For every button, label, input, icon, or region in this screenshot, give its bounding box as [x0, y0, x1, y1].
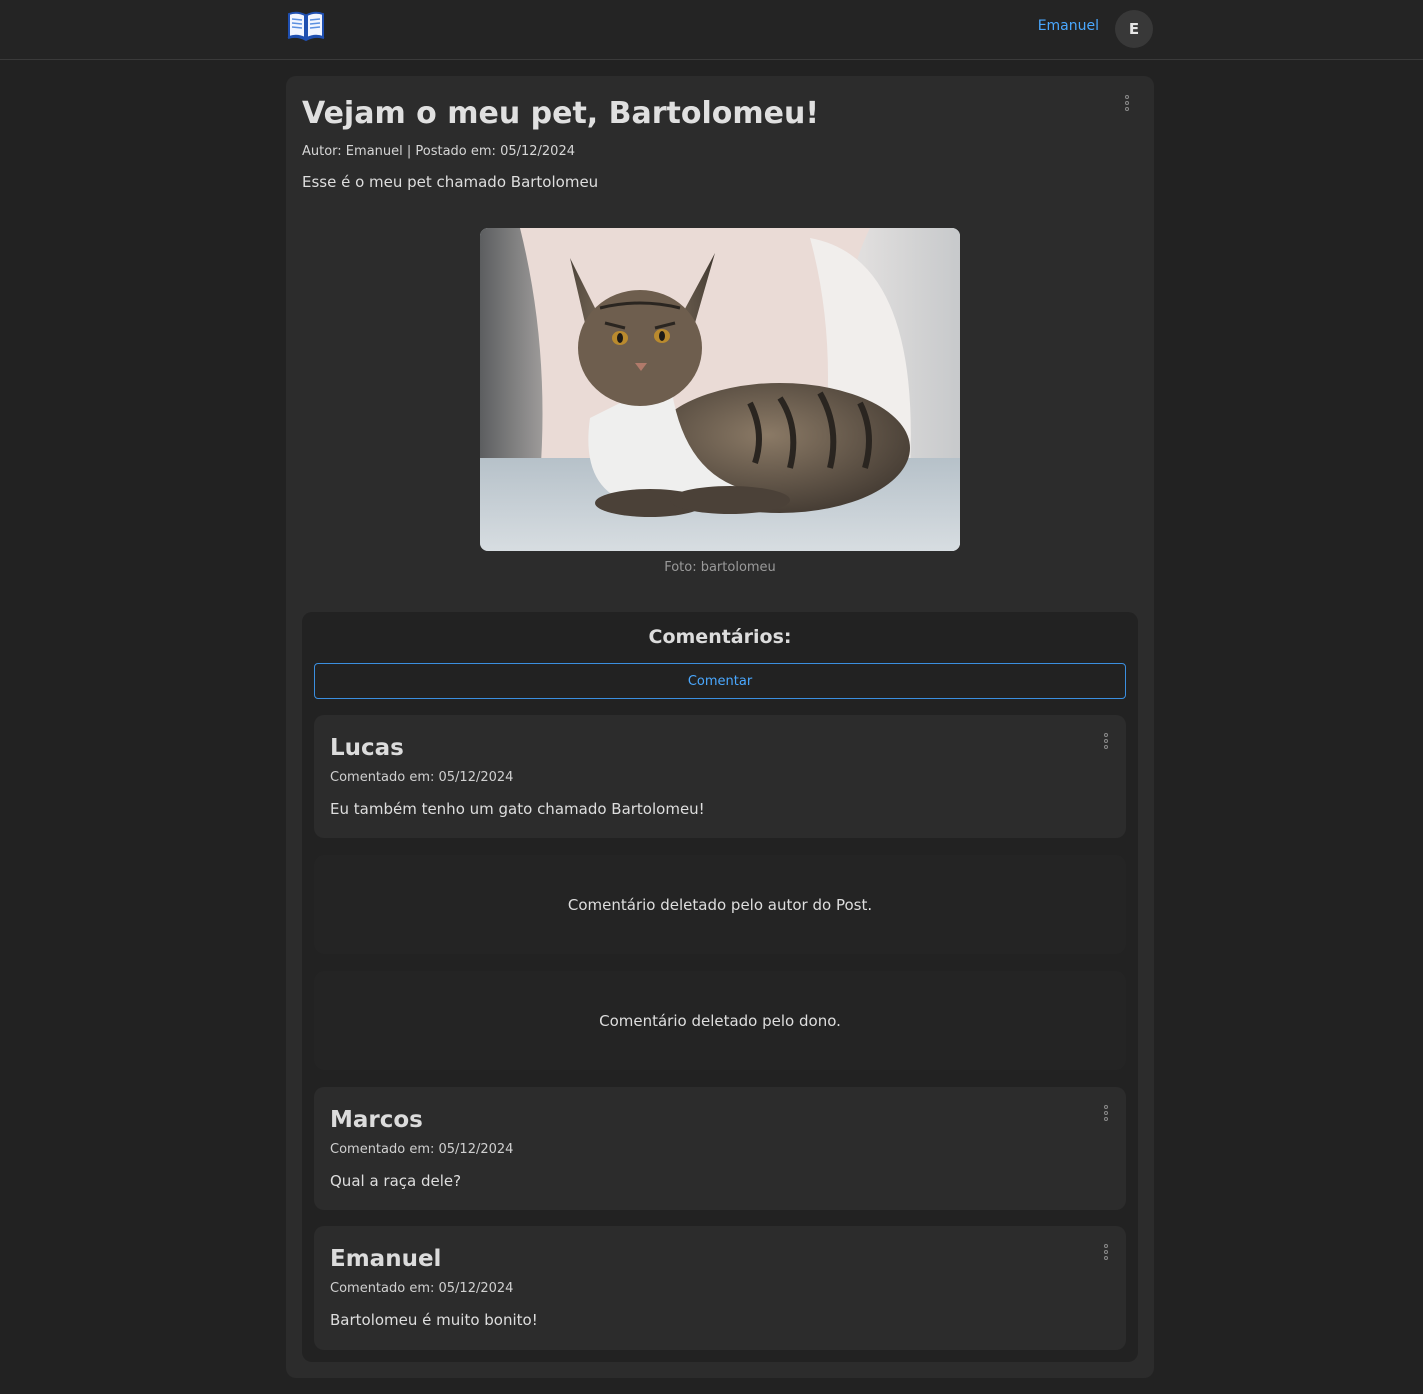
comment-author: Emanuel [330, 1246, 442, 1272]
user-profile-link[interactable]: Emanuel [1038, 18, 1099, 34]
comment-card: Marcos Comentado em: 05/12/2024 Qual a r… [314, 1087, 1126, 1210]
kebab-menu-icon[interactable] [1100, 730, 1112, 752]
comment-text: Eu também tenho um gato chamado Bartolom… [330, 800, 705, 818]
comment-date: Comentado em: 05/12/2024 [330, 1142, 514, 1157]
post-meta: Autor: Emanuel | Postado em: 05/12/2024 [302, 144, 575, 159]
post-body: Esse é o meu pet chamado Bartolomeu [302, 173, 599, 191]
avatar[interactable]: E [1115, 10, 1153, 48]
comment-author: Lucas [330, 735, 404, 761]
comment-card: Emanuel Comentado em: 05/12/2024 Bartolo… [314, 1226, 1126, 1350]
top-navbar: Emanuel E [0, 0, 1423, 60]
kebab-menu-icon[interactable] [1100, 1241, 1112, 1263]
kebab-menu-icon[interactable] [1100, 1102, 1112, 1124]
post-image [480, 228, 960, 551]
post-title: Vejam o meu pet, Bartolomeu! [302, 96, 820, 131]
comment-author: Marcos [330, 1107, 423, 1133]
comment-date: Comentado em: 05/12/2024 [330, 1281, 514, 1296]
photo-caption: Foto: bartolomeu [664, 560, 776, 575]
comment-card: Lucas Comentado em: 05/12/2024 Eu também… [314, 715, 1126, 838]
post-card: Vejam o meu pet, Bartolomeu! Autor: Eman… [286, 76, 1154, 1378]
deleted-comment: Comentário deletado pelo autor do Post. [314, 855, 1126, 954]
comment-date: Comentado em: 05/12/2024 [330, 770, 514, 785]
kebab-menu-icon[interactable] [1121, 92, 1133, 114]
comments-section: Comentários: Comentar Lucas Comentado em… [302, 612, 1138, 1362]
comment-text: Bartolomeu é muito bonito! [330, 1311, 538, 1329]
add-comment-button[interactable]: Comentar [314, 663, 1126, 699]
comments-heading: Comentários: [648, 626, 792, 648]
deleted-comment-text: Comentário deletado pelo dono. [599, 1011, 841, 1030]
open-book-icon[interactable] [286, 10, 326, 42]
deleted-comment: Comentário deletado pelo dono. [314, 971, 1126, 1070]
deleted-comment-text: Comentário deletado pelo autor do Post. [567, 895, 873, 914]
comment-text: Qual a raça dele? [330, 1172, 462, 1190]
